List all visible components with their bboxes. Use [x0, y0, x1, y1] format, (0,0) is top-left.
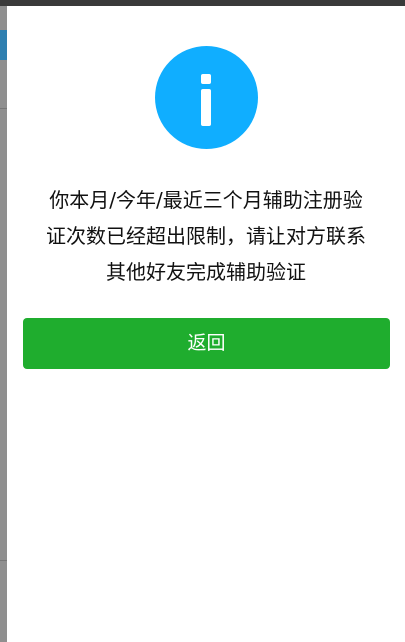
info-icon-bar: [201, 89, 211, 126]
dialog-message: 你本月/今年/最近三个月辅助注册验 证次数已经超出限制，请让对方联系 其他好友完…: [21, 182, 391, 290]
alert-dialog: 你本月/今年/最近三个月辅助注册验 证次数已经超出限制，请让对方联系 其他好友完…: [7, 6, 405, 642]
message-line: 其他好友完成辅助验证: [106, 260, 306, 284]
back-button[interactable]: 返回: [23, 318, 390, 369]
info-icon-dot: [201, 74, 211, 84]
screen: 你本月/今年/最近三个月辅助注册验 证次数已经超出限制，请让对方联系 其他好友完…: [0, 0, 405, 642]
background-divider: [0, 560, 7, 561]
message-line: 你本月/今年/最近三个月辅助注册验: [49, 188, 363, 212]
background-page-accent: [0, 30, 7, 60]
info-icon: [155, 46, 258, 149]
background-divider: [0, 108, 7, 109]
message-line: 证次数已经超出限制，请让对方联系: [46, 224, 366, 248]
